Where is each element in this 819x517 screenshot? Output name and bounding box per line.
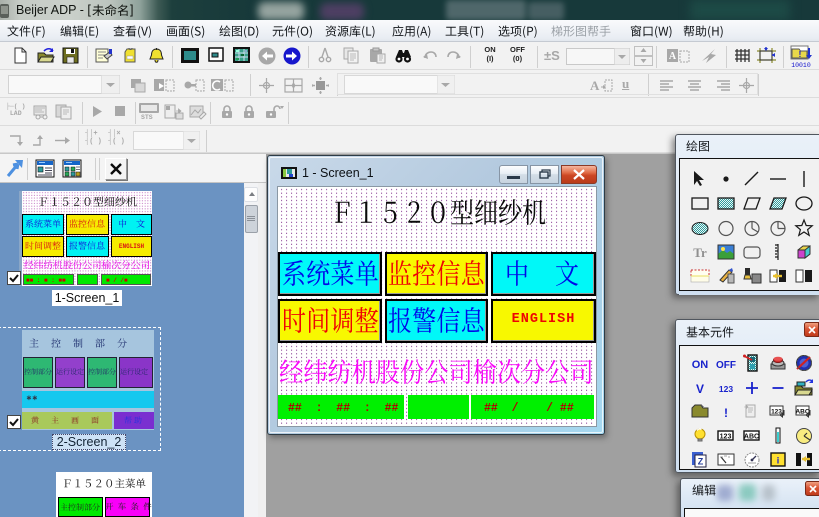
- svg-text:A: A: [590, 78, 600, 93]
- svg-text:10010: 10010: [791, 62, 811, 68]
- svg-text:!: !: [724, 406, 728, 420]
- svg-text:!: !: [799, 50, 802, 59]
- svg-text:ABC: ABC: [744, 434, 759, 441]
- svg-text:OFF: OFF: [716, 360, 736, 371]
- svg-text:ON: ON: [692, 359, 709, 371]
- svg-text:A: A: [669, 51, 677, 62]
- svg-text:123: 123: [720, 434, 732, 441]
- svg-text:ABC: ABC: [795, 409, 809, 416]
- svg-text:Tr: Tr: [693, 245, 707, 260]
- svg-text:i: i: [777, 456, 780, 466]
- svg-text:V: V: [696, 382, 704, 396]
- svg-text:Z: Z: [698, 457, 704, 467]
- svg-text:123: 123: [719, 384, 733, 394]
